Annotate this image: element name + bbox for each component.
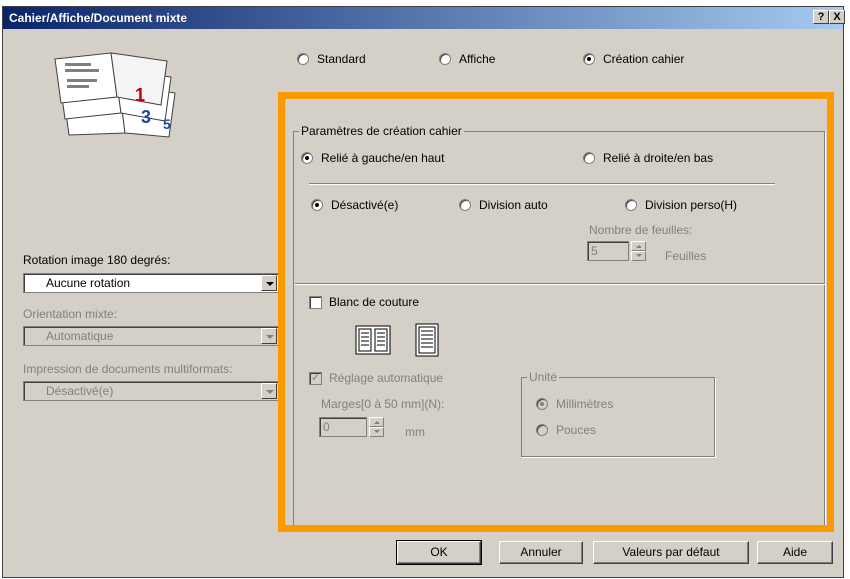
rotation-dropdown-arrow-icon[interactable] [261,275,277,291]
radio-creation-cahier-label: Création cahier [603,52,685,66]
help-title-button[interactable]: ? [813,10,829,24]
multiformat-select: Désactivé(e) [23,381,279,401]
rotation-select[interactable]: Aucune rotation [23,273,279,293]
preview-page-5: 5 [163,116,171,132]
radio-affiche[interactable] [439,53,451,65]
multiformat-dropdown-arrow-icon [261,383,277,399]
orientation-label: Orientation mixte: [23,307,118,321]
window-title: Cahier/Affiche/Document mixte [9,11,188,25]
orientation-dropdown-arrow-icon [261,328,277,344]
cancel-button[interactable]: Annuler [499,541,583,564]
title-bar: Cahier/Affiche/Document mixte ? X [3,7,845,29]
preview-page-3: 3 [141,107,151,127]
radio-standard-label: Standard [317,52,366,66]
highlight-frame [278,92,834,532]
rotation-label: Rotation image 180 degrés: [23,253,171,267]
orientation-select-value: Automatique [46,329,114,343]
radio-affiche-label: Affiche [459,52,496,66]
orientation-select: Automatique [23,326,279,346]
multiformat-select-value: Désactivé(e) [46,384,114,398]
radio-standard[interactable] [297,53,309,65]
multiformat-label: Impression de documents multiformats: [23,362,233,376]
ok-button[interactable]: OK [396,540,482,565]
booklet-preview-icon: 1 3 5 [54,52,176,138]
preview-page-1: 1 [135,85,145,105]
defaults-button[interactable]: Valeurs par défaut [593,541,749,564]
rotation-select-value: Aucune rotation [46,276,131,290]
help-button[interactable]: Aide [757,541,833,564]
close-title-button[interactable]: X [829,10,845,24]
radio-creation-cahier[interactable] [583,53,595,65]
